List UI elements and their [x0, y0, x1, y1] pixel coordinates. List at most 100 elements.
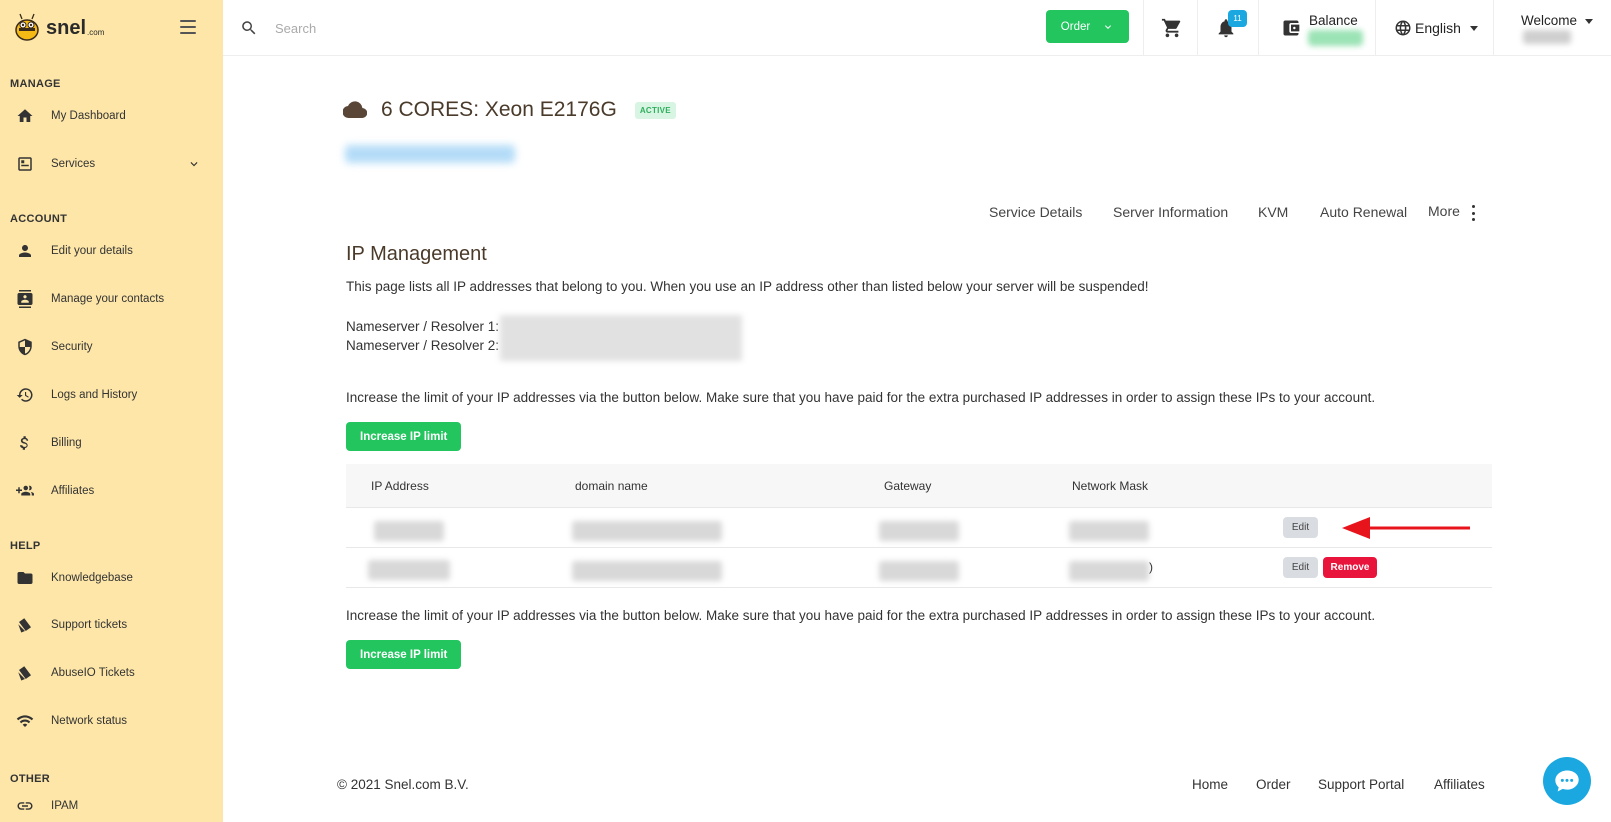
- footer-link-home[interactable]: Home: [1192, 777, 1228, 792]
- topbar: Order 11 Balance English Welcome: [223, 0, 1611, 56]
- username-redacted: [1523, 30, 1571, 44]
- wifi-icon: [16, 712, 34, 730]
- tab-kvm[interactable]: KVM: [1258, 204, 1288, 220]
- sidebar-item-ipam[interactable]: IPAM: [0, 791, 223, 821]
- sidebar-item-logs[interactable]: Logs and History: [0, 375, 223, 415]
- sidebar-item-label: Services: [51, 158, 96, 170]
- sidebar-item-support-tickets[interactable]: Support tickets: [0, 605, 223, 645]
- sidebar-item-abuseio-tickets[interactable]: AbuseIO Tickets: [0, 653, 223, 693]
- divider: [1258, 0, 1259, 56]
- annotation-arrow-icon: [1342, 517, 1470, 539]
- sidebar-item-label: Billing: [51, 437, 82, 449]
- globe-icon: [1395, 20, 1411, 36]
- search-input[interactable]: [275, 16, 575, 40]
- brand-suffix: .com: [87, 27, 105, 37]
- gateway-redacted: [879, 561, 959, 581]
- services-icon: [16, 155, 34, 173]
- sidebar-item-label: Edit your details: [51, 245, 133, 257]
- domain-redacted: [572, 521, 722, 541]
- order-label: Order: [1060, 20, 1091, 33]
- tab-service-details[interactable]: Service Details: [989, 204, 1082, 220]
- sidebar-item-services[interactable]: Services: [0, 144, 223, 184]
- order-button[interactable]: Order: [1046, 10, 1129, 43]
- language-label: English: [1415, 20, 1461, 36]
- sidebar-item-network-status[interactable]: Network status: [0, 701, 223, 741]
- wallet-icon: [1283, 20, 1300, 36]
- sidebar-item-affiliates[interactable]: Affiliates: [0, 471, 223, 511]
- menu-toggle-icon[interactable]: [180, 20, 196, 34]
- chevron-down-icon: [190, 162, 198, 167]
- more-vert-icon[interactable]: [1472, 205, 1476, 221]
- limit-note: Increase the limit of your IP addresses …: [346, 390, 1376, 405]
- sidebar-item-label: AbuseIO Tickets: [51, 667, 135, 679]
- remove-button[interactable]: Remove: [1323, 557, 1377, 578]
- cart-icon[interactable]: [1161, 17, 1183, 39]
- divider: [1197, 0, 1198, 56]
- footer-link-support-portal[interactable]: Support Portal: [1318, 777, 1404, 792]
- balance-label[interactable]: Balance: [1309, 13, 1358, 28]
- chevron-down-icon: [1105, 24, 1112, 29]
- tab-server-information[interactable]: Server Information: [1113, 204, 1228, 220]
- nav-section-manage: MANAGE: [10, 78, 61, 90]
- link-icon: [16, 797, 34, 815]
- gateway-redacted: [879, 521, 959, 541]
- netmask-redacted: [1069, 561, 1149, 581]
- netmask-redacted: [1069, 521, 1149, 541]
- cloud-icon: [343, 101, 367, 119]
- page-header: 6 CORES: Xeon E2176G ACTIVE: [343, 98, 676, 122]
- nameserver-2-label: Nameserver / Resolver 2:: [346, 338, 500, 353]
- ip-table-header: IP Address domain name Gateway Network M…: [346, 464, 1492, 508]
- tab-auto-renewal[interactable]: Auto Renewal: [1320, 204, 1407, 220]
- chat-icon: [1555, 770, 1579, 792]
- language-selector[interactable]: English: [1394, 19, 1478, 37]
- user-menu[interactable]: Welcome: [1521, 13, 1594, 28]
- sidebar-item-label: Network status: [51, 715, 128, 727]
- sidebar-item-contacts[interactable]: Manage your contacts: [0, 279, 223, 319]
- group-add-icon: [16, 482, 34, 500]
- contacts-icon: [16, 290, 34, 308]
- shield-icon: [16, 338, 34, 356]
- sidebar-item-label: Knowledgebase: [51, 572, 133, 584]
- nameserver-values-redacted: [500, 315, 742, 361]
- sidebar-item-label: Affiliates: [51, 485, 95, 497]
- bee-logo-icon: [10, 11, 44, 45]
- footer-link-order[interactable]: Order: [1256, 777, 1291, 792]
- sidebar-item-label: My Dashboard: [51, 110, 126, 122]
- chat-button[interactable]: [1543, 757, 1591, 805]
- edit-button[interactable]: Edit: [1283, 517, 1318, 538]
- sidebar-item-billing[interactable]: Billing: [0, 423, 223, 463]
- sidebar-item-label: Support tickets: [51, 619, 128, 631]
- brand-name: snel: [46, 16, 87, 39]
- footer-copyright: © 2021 Snel.com B.V.: [337, 777, 469, 792]
- sidebar-item-security[interactable]: Security: [0, 327, 223, 367]
- ip-redacted: [368, 560, 450, 580]
- sidebar-item-knowledgebase[interactable]: Knowledgebase: [0, 558, 223, 598]
- dollar-icon: [16, 434, 34, 452]
- column-header-ip: IP Address: [371, 479, 429, 493]
- sidebar-item-label: Security: [51, 341, 93, 353]
- sidebar-item-label: IPAM: [51, 800, 79, 812]
- column-header-domain: domain name: [575, 479, 648, 493]
- increase-ip-limit-button-bottom[interactable]: Increase IP limit: [346, 640, 462, 669]
- sidebar: snel .com MANAGE My Dashboard Services A…: [0, 0, 223, 822]
- intro-text: This page lists all IP addresses that be…: [346, 279, 1149, 294]
- history-icon: [16, 386, 34, 404]
- logo[interactable]: snel .com: [10, 11, 104, 45]
- nav-section-help: HELP: [10, 540, 41, 552]
- edit-button[interactable]: Edit: [1283, 557, 1318, 578]
- tickets-icon: [16, 616, 34, 634]
- column-header-netmask: Network Mask: [1072, 479, 1149, 493]
- increase-ip-limit-button[interactable]: Increase IP limit: [346, 422, 462, 451]
- search-icon: [242, 21, 256, 35]
- folder-icon: [16, 569, 34, 587]
- footer-link-affiliates[interactable]: Affiliates: [1434, 777, 1485, 792]
- nav-section-other: OTHER: [10, 773, 50, 785]
- sidebar-item-edit-details[interactable]: Edit your details: [0, 231, 223, 271]
- sidebar-item-dashboard[interactable]: My Dashboard: [0, 96, 223, 136]
- caret-down-icon: [1585, 18, 1594, 24]
- sidebar-item-label: Manage your contacts: [51, 293, 165, 305]
- sidebar-item-label: Logs and History: [51, 389, 138, 401]
- table-row: Edit: [346, 508, 1492, 548]
- person-icon: [16, 242, 34, 260]
- tab-more[interactable]: More: [1428, 203, 1460, 219]
